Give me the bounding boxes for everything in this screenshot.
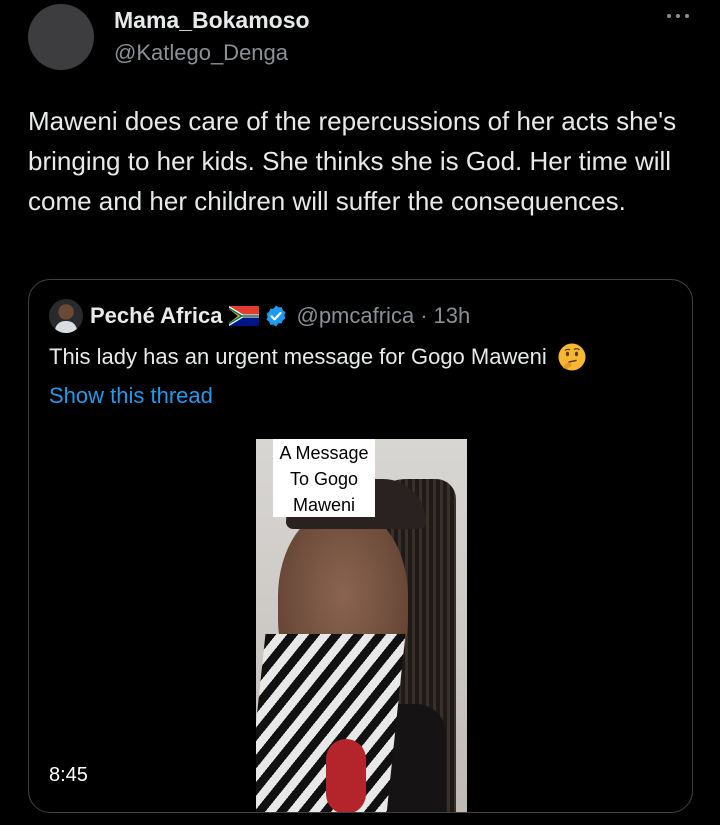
- verified-badge-icon: [267, 305, 286, 327]
- video-caption-line: A Message: [279, 443, 369, 463]
- quoted-timestamp[interactable]: 13h: [434, 303, 471, 329]
- video-caption-line: Maweni: [292, 495, 356, 515]
- more-dot: [676, 14, 680, 18]
- quoted-author-avatar[interactable]: [49, 299, 83, 333]
- quoted-tweet-text: This lady has an urgent message for Gogo…: [49, 344, 547, 369]
- thinking-face-icon: [558, 343, 586, 371]
- south-africa-flag-icon: [229, 306, 260, 326]
- quoted-author-name[interactable]: Peché Africa: [90, 303, 222, 329]
- tweet-text: Maweni does care of the repercussions of…: [28, 106, 677, 216]
- quoted-tweet-header: Peché Africa @pmcafrica · 13h: [90, 302, 470, 330]
- author-handle[interactable]: @Katlego_Denga: [114, 40, 288, 66]
- video-scarf-accent: [326, 739, 366, 812]
- video-duration: 8:45: [49, 764, 88, 786]
- video-caption-line: To Gogo: [289, 469, 359, 489]
- show-thread-link[interactable]: Show this thread: [49, 383, 213, 409]
- quoted-tweet-card[interactable]: Peché Africa @pmcafrica · 13h This lady …: [28, 279, 693, 813]
- video-caption: A Message To Gogo Maweni: [273, 439, 375, 517]
- more-dot: [667, 14, 671, 18]
- author-name[interactable]: Mama_Bokamoso: [114, 7, 310, 34]
- more-options-icon[interactable]: [664, 6, 692, 26]
- quoted-tweet-text-row: This lady has an urgent message for Gogo…: [49, 342, 587, 372]
- author-avatar[interactable]: [28, 4, 94, 70]
- more-dot: [685, 14, 689, 18]
- quoted-author-handle[interactable]: @pmcafrica: [296, 303, 414, 329]
- video-thumbnail[interactable]: A Message To Gogo Maweni: [256, 439, 467, 812]
- separator-dot: ·: [420, 303, 428, 328]
